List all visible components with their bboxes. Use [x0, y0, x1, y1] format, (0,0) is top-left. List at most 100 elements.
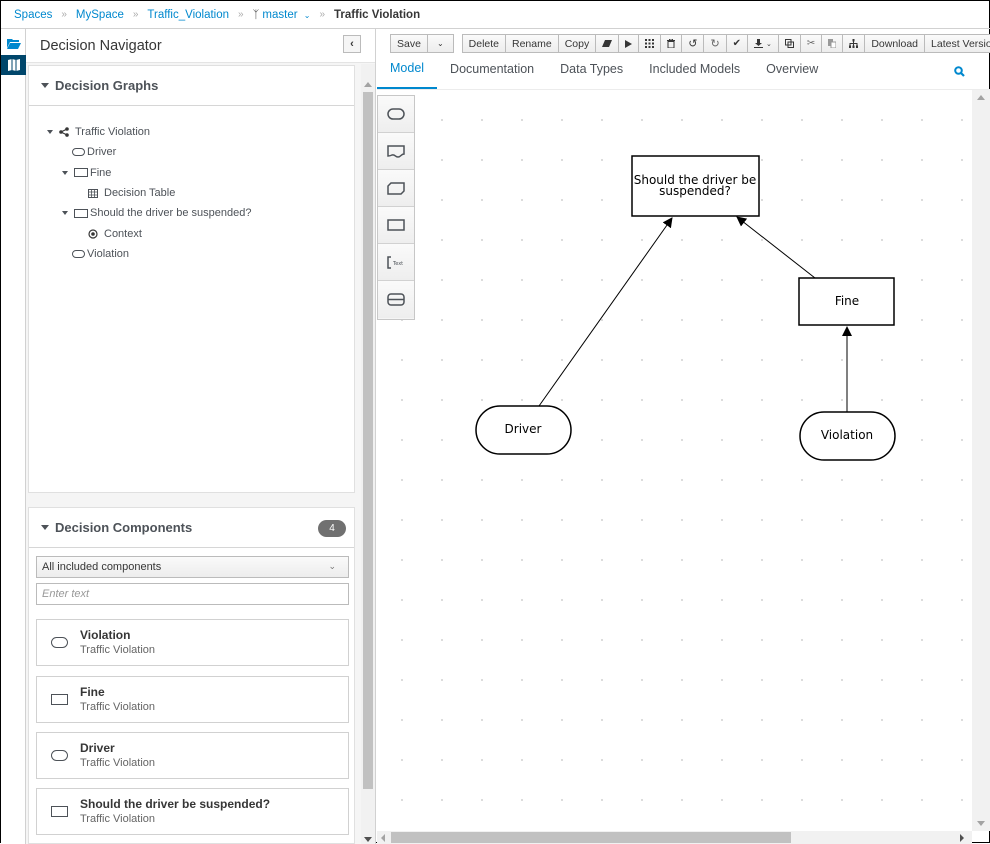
copy-selection-button[interactable] — [778, 35, 801, 52]
export-button[interactable]: ⌄ — [748, 35, 779, 52]
breadcrumb-project[interactable]: Traffic_Violation — [147, 9, 229, 21]
tab-model[interactable]: Model — [377, 57, 438, 89]
trash-icon — [667, 39, 676, 48]
auto-layout-button[interactable] — [843, 35, 866, 52]
component-card[interactable]: Fine Traffic Violation — [36, 676, 349, 723]
download-button[interactable]: Download — [865, 35, 926, 52]
scissors-icon: ✂ — [806, 38, 816, 49]
tab-documentation[interactable]: Documentation — [437, 57, 547, 89]
editor-tabs: Model Documentation Data Types Included … — [377, 58, 990, 90]
context-icon — [88, 229, 98, 239]
decision-navigator-panel: Decision Navigator ‹ Decision Graphs Tra… — [26, 29, 376, 844]
breadcrumb: Spaces » MySpace » Traffic_Violation » ᛉ… — [1, 1, 990, 29]
collapse-panel-button[interactable]: ‹ — [343, 35, 361, 53]
edge-fine-to-suspended[interactable] — [736, 216, 816, 279]
tree-item-label: Context — [104, 227, 142, 240]
cut-button[interactable]: ✂ — [800, 35, 823, 52]
breadcrumb-separator: » — [132, 9, 139, 20]
node-driver[interactable]: Driver — [475, 405, 572, 455]
tree-item-fine[interactable]: Fine — [47, 163, 354, 183]
save-options-button[interactable]: ⌄ — [427, 35, 453, 52]
decision-navigator-button[interactable] — [1, 55, 26, 75]
caret-down-icon[interactable] — [62, 211, 68, 216]
scroll-down-icon[interactable] — [364, 837, 372, 842]
decision-components-header[interactable]: Decision Components 4 — [29, 508, 354, 548]
tree-item-suspended[interactable]: Should the driver be suspended? — [47, 203, 354, 223]
copy-button[interactable]: Copy — [558, 35, 597, 52]
canvas-horizontal-scrollbar[interactable] — [377, 831, 972, 844]
version-selector[interactable]: Latest Version⌄ — [925, 35, 990, 52]
component-card[interactable]: Violation Traffic Violation — [36, 619, 349, 666]
caret-down-icon[interactable] — [47, 130, 53, 135]
tree-item-driver[interactable]: Driver — [47, 142, 354, 162]
palette-bkm[interactable] — [378, 170, 414, 207]
scrollbar-thumb[interactable] — [363, 92, 373, 789]
grid-button[interactable] — [639, 35, 662, 52]
palette-decision-service[interactable] — [378, 281, 414, 318]
node-fine[interactable]: Fine — [798, 277, 895, 326]
validate-button[interactable] — [619, 35, 640, 52]
component-card[interactable]: Driver Traffic Violation — [36, 732, 349, 779]
navigator-scrollbar[interactable] — [361, 64, 375, 844]
scroll-right-icon[interactable] — [960, 834, 964, 842]
scroll-down-icon[interactable] — [977, 821, 985, 826]
tab-included-models[interactable]: Included Models — [636, 57, 753, 89]
tab-overview[interactable]: Overview — [753, 57, 831, 89]
redo-icon: ↻ — [710, 38, 720, 50]
search-button[interactable] — [954, 66, 965, 80]
tree-item-label: Traffic Violation — [75, 126, 151, 139]
caret-down-icon[interactable] — [62, 170, 68, 175]
redo-button[interactable]: ↻ — [704, 35, 727, 52]
node-label: Fine — [835, 294, 859, 308]
folder-open-icon — [6, 38, 21, 49]
decision-icon — [51, 806, 68, 817]
scroll-left-icon[interactable] — [381, 834, 385, 842]
map-icon — [7, 59, 20, 71]
tree-item-traffic-violation[interactable]: Traffic Violation — [47, 122, 354, 142]
branch-selector[interactable]: ᛉ master ⌄ — [253, 9, 311, 21]
canvas-vertical-scrollbar[interactable] — [972, 90, 990, 831]
delete-button[interactable]: Delete — [462, 35, 506, 52]
components-filter-select[interactable]: All included components ⌄ — [36, 556, 349, 578]
node-label: suspended? — [659, 184, 731, 198]
bkm-icon — [387, 181, 405, 195]
tree-item-context[interactable]: Context — [47, 223, 354, 243]
breadcrumb-separator: » — [61, 9, 67, 20]
components-search-input[interactable]: Enter text — [36, 583, 349, 605]
breadcrumb-spaces[interactable]: Spaces — [14, 9, 52, 21]
palette-text-annotation[interactable]: Text — [378, 244, 414, 281]
paste-button[interactable] — [822, 35, 844, 52]
node-label: Violation — [821, 428, 873, 442]
clear-button[interactable] — [596, 35, 620, 52]
breadcrumb-separator: » — [238, 9, 244, 20]
node-violation[interactable]: Violation — [799, 411, 896, 461]
undo-button[interactable]: ↺ — [682, 35, 705, 52]
project-explorer-button[interactable] — [1, 33, 26, 53]
tree-item-decision-table[interactable]: Decision Table — [47, 183, 354, 203]
edge-driver-to-suspended[interactable] — [538, 217, 673, 407]
tab-data-types[interactable]: Data Types — [547, 57, 636, 89]
branch-name: master — [262, 8, 298, 21]
rename-button[interactable]: Rename — [506, 35, 559, 52]
navigator-title: Decision Navigator — [40, 37, 162, 54]
apply-button[interactable]: ✔ — [726, 35, 749, 52]
scroll-up-icon[interactable] — [364, 82, 372, 87]
eraser-icon — [602, 40, 613, 47]
tree-item-label: Decision Table — [104, 187, 176, 200]
scrollbar-thumb[interactable] — [391, 832, 791, 843]
scroll-up-icon[interactable] — [977, 95, 985, 100]
palette-decision-node[interactable] — [378, 96, 414, 133]
palette-decision[interactable] — [378, 207, 414, 244]
breadcrumb-myspace[interactable]: MySpace — [76, 9, 124, 21]
save-button[interactable]: Save — [391, 35, 428, 52]
node-suspended[interactable]: Should the driver be suspended? — [631, 155, 760, 217]
delete-selection-button[interactable] — [661, 35, 683, 52]
component-card[interactable]: Should the driver be suspended? Traffic … — [36, 788, 349, 835]
tree-item-violation[interactable]: Violation — [47, 244, 354, 264]
chevron-down-icon: ⌄ — [328, 561, 336, 571]
decision-graphs-header[interactable]: Decision Graphs — [29, 66, 354, 106]
palette-knowledge-source[interactable] — [378, 133, 414, 170]
text-annotation-icon: Text — [387, 255, 403, 269]
decision-service-icon — [387, 293, 405, 306]
table-icon — [88, 188, 98, 198]
